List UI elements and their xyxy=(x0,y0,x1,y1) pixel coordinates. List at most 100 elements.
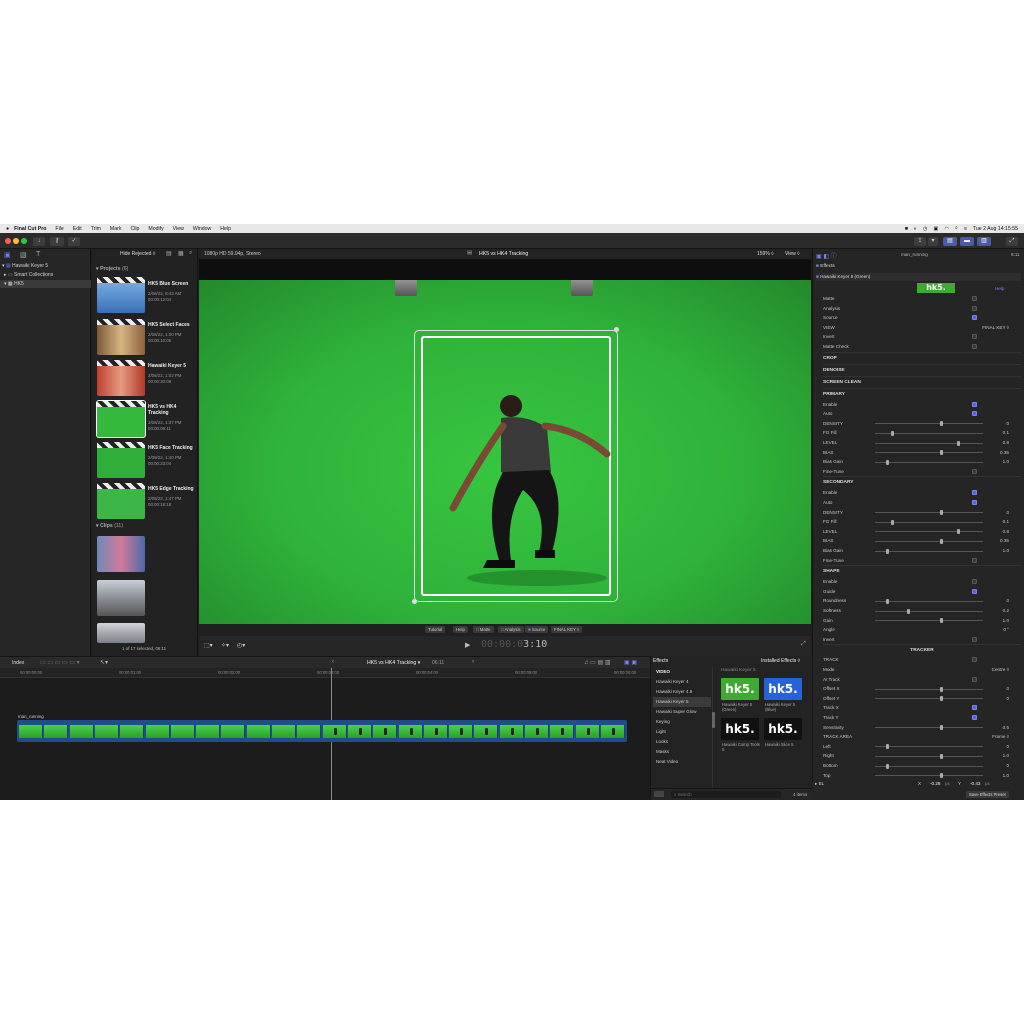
param-offset-x[interactable]: Offset X 0 xyxy=(823,684,1021,693)
save-effects-preset-button[interactable]: Save Effects Preset xyxy=(966,791,1009,798)
param-checkbox[interactable] xyxy=(972,401,977,407)
select-tool-icon[interactable]: ↖▾ xyxy=(100,659,108,666)
slider-knob[interactable] xyxy=(885,459,889,465)
param-fine-tune[interactable]: Fine-Tune xyxy=(823,556,1021,565)
menu-help[interactable]: Help xyxy=(220,226,231,232)
param-checkbox[interactable] xyxy=(972,705,977,711)
effect-tile-hk5-blue[interactable]: hk5. xyxy=(764,678,802,700)
param-mode[interactable]: Mode Centre ◊ xyxy=(823,665,1021,674)
effects-scrollbar[interactable] xyxy=(712,712,715,728)
index-button[interactable]: Index xyxy=(12,660,24,666)
param-checkbox[interactable] xyxy=(972,344,977,349)
show-inspector-button[interactable]: ▥ xyxy=(977,236,991,246)
libraries-icon[interactable]: ▣ xyxy=(4,251,11,259)
slider-knob[interactable] xyxy=(906,608,910,614)
param-value[interactable]: 1.0 xyxy=(1003,616,1009,625)
param-matte[interactable]: Matte xyxy=(823,294,1021,303)
slider-knob[interactable] xyxy=(885,744,889,750)
param-checkbox[interactable] xyxy=(972,557,977,563)
param-value[interactable]: 0 xyxy=(1006,596,1009,605)
param-angle[interactable]: Angle 0 ° xyxy=(823,625,1021,634)
param-top[interactable]: Top 1.0 xyxy=(823,771,1021,780)
history-back-icon[interactable]: ‹ xyxy=(332,659,334,665)
param-slider[interactable] xyxy=(875,510,983,516)
param-slider[interactable] xyxy=(875,440,983,446)
param-value[interactable]: 1.0 xyxy=(1003,546,1009,555)
project-name[interactable]: HK5 Edge Tracking xyxy=(148,486,196,492)
history-forward-icon[interactable]: › xyxy=(472,659,474,665)
zoom-window-button[interactable] xyxy=(21,238,27,244)
effects-filter-menu[interactable]: Installed Effects ◊ xyxy=(761,658,800,664)
slider-knob[interactable] xyxy=(956,440,960,446)
param-checkbox[interactable] xyxy=(972,411,977,417)
project-thumbnail[interactable] xyxy=(97,319,145,355)
param-value[interactable]: 0.2 xyxy=(1003,606,1009,615)
background-tasks-button[interactable]: ✓ xyxy=(68,236,80,246)
effect-tile-hk5-slice[interactable]: hk5. xyxy=(764,718,802,740)
param-invert[interactable]: Invert xyxy=(823,635,1021,644)
minimize-window-button[interactable] xyxy=(13,238,19,244)
slider-knob[interactable] xyxy=(885,548,889,554)
param-checkbox[interactable] xyxy=(972,296,977,301)
slider-knob[interactable] xyxy=(940,773,944,779)
keywords-button[interactable]: ⚷ xyxy=(50,236,64,246)
param-value[interactable]: 1.0 xyxy=(1003,771,1009,780)
param-slider[interactable] xyxy=(875,529,983,535)
enhance-icon[interactable]: ✧▾ xyxy=(221,642,229,649)
menu-app-name[interactable]: Final Cut Pro xyxy=(14,226,46,232)
param-slider[interactable] xyxy=(875,753,983,759)
menu-clock[interactable]: Tue 2 Aug 14:15:55 xyxy=(973,226,1018,232)
apple-icon[interactable]: ● xyxy=(6,226,9,232)
clip-appearance-icon[interactable]: ▤ xyxy=(166,250,172,257)
effects-category[interactable]: Neat Video xyxy=(653,757,711,767)
param-left[interactable]: Left 0 xyxy=(823,742,1021,751)
param-enable[interactable]: Enable xyxy=(823,488,1021,497)
menu-clip[interactable]: Clip xyxy=(130,226,139,232)
timeline-project-menu[interactable]: HK5 vs HK4 Tracking ▾ xyxy=(367,660,420,666)
bl-row[interactable]: ▸ BL xyxy=(815,781,824,787)
param-matte-check[interactable]: Matte Check xyxy=(823,342,1021,351)
zoom-menu[interactable]: 159% ◊ xyxy=(757,251,774,257)
param-bias-gain[interactable]: Bias Gain 1.0 xyxy=(823,457,1021,466)
param-right[interactable]: Right 1.0 xyxy=(823,751,1021,760)
timeline-ruler[interactable]: 00:00:00:00 00:00:01:00 00:00:02:00 00:0… xyxy=(0,668,650,678)
clip-thumbnail[interactable] xyxy=(97,580,145,616)
param-slider[interactable] xyxy=(875,421,983,427)
param-slider[interactable] xyxy=(875,548,983,554)
event-item[interactable]: ▾ ▦ HK5 xyxy=(0,280,91,288)
param-checkbox[interactable] xyxy=(972,500,977,505)
timeline[interactable]: 00:00:00:00 00:00:01:00 00:00:02:00 00:0… xyxy=(0,668,650,800)
edit-tools-icons[interactable]: ▭ ▭ ▭ ▭ ▭ ▾ xyxy=(40,659,80,666)
section-denoise[interactable]: DENOISE xyxy=(823,363,1021,375)
import-button[interactable]: ↓ xyxy=(33,236,45,246)
param-bottom[interactable]: Bottom 0 xyxy=(823,761,1021,770)
param-sensitivity[interactable]: Sensitivity 0.5 xyxy=(823,723,1021,732)
menu-edit[interactable]: Edit xyxy=(73,226,82,232)
effects-section[interactable]: ■ Effects xyxy=(816,264,835,269)
param-guide[interactable]: Guide xyxy=(823,587,1021,596)
param-slider[interactable] xyxy=(875,773,983,779)
param-checkbox[interactable] xyxy=(972,715,977,720)
slider-knob[interactable] xyxy=(885,598,889,604)
transform-icon[interactable]: ⬚▾ xyxy=(204,642,213,649)
source-toggle[interactable]: ■ Source xyxy=(525,626,549,633)
param-fg-fill[interactable]: FG Fill 0.1 xyxy=(823,517,1021,526)
wifi-icon[interactable]: ◠ xyxy=(944,226,949,232)
tutorial-button[interactable]: Tutorial xyxy=(425,626,446,633)
effects-category[interactable]: Looks xyxy=(653,737,711,747)
param-fine-tune[interactable]: Fine-Tune xyxy=(823,467,1021,476)
effect-tile-hk5-green[interactable]: hk5. xyxy=(721,678,759,700)
param-value[interactable]: 0 xyxy=(1006,761,1009,770)
status-icon[interactable]: ◐ xyxy=(914,226,917,232)
param-enable[interactable]: Enable xyxy=(823,577,1021,586)
param-slider[interactable] xyxy=(875,763,983,769)
section-tracker[interactable]: TRACKER xyxy=(823,644,1021,655)
param-value[interactable]: 0 xyxy=(1006,742,1009,751)
slider-knob[interactable] xyxy=(890,519,894,525)
param-track[interactable]: TRACK xyxy=(823,655,1021,664)
effects-category[interactable]: Hawaiki Keyer 4.8 xyxy=(653,687,711,697)
param-checkbox[interactable] xyxy=(972,315,977,321)
param-value[interactable]: 0 xyxy=(1006,508,1009,517)
help-button[interactable]: Help xyxy=(453,626,468,633)
project-name[interactable]: HK5 Face Tracking xyxy=(148,445,196,451)
